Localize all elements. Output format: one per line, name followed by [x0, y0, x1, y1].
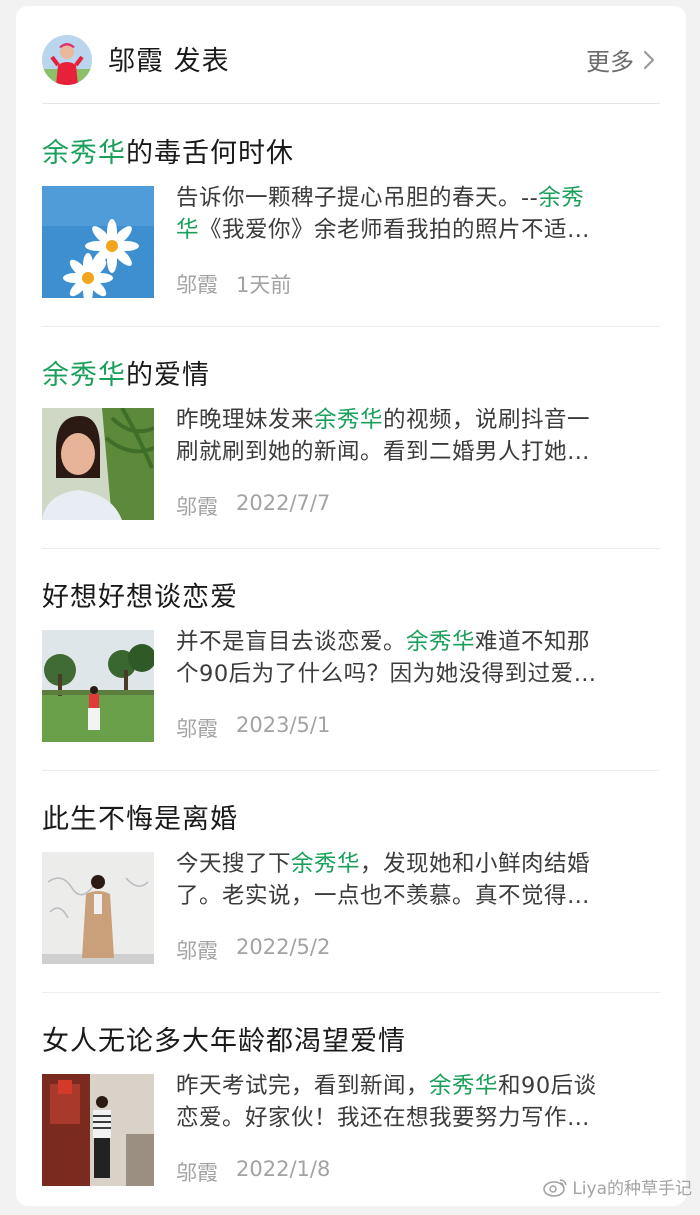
meta-author: 邬霞 [176, 1157, 218, 1187]
article-title[interactable]: 女人无论多大年龄都渴望爱情 [42, 1019, 406, 1058]
article-thumbnail[interactable] [42, 408, 154, 520]
article-excerpt: 今天搜了下余秀华，发现她和小鲜肉结婚 了。老实说，一点也不羡慕。真不觉得… [176, 848, 654, 912]
excerpt-text: 和90后谈 [498, 1073, 597, 1099]
excerpt-highlight: 余秀华 [291, 851, 360, 877]
article-item-3[interactable]: 好想好想谈恋爱 并不是盲目去谈恋爱。余秀华难道不知那 个90后为了什么吗？因为她… [42, 549, 660, 771]
article-item-4[interactable]: 此生不悔是离婚 今天搜了下余秀华，发现她和小鲜肉结婚 了。老实说，一点也不羡慕。… [42, 771, 660, 993]
article-thumbnail[interactable] [42, 1074, 154, 1186]
more-button[interactable]: 更多 [586, 42, 656, 77]
header-divider [42, 103, 660, 104]
article-item-2[interactable]: 余秀华的爱情 昨晚理妹发来余秀华的视频，说刷抖音一 刷就刷到她的新闻。看到二婚男… [42, 327, 660, 549]
article-thumbnail[interactable] [42, 630, 154, 742]
excerpt-text: 昨晚理妹发来 [176, 407, 314, 433]
meta-author: 邬霞 [176, 491, 218, 521]
meta-author: 邬霞 [176, 935, 218, 965]
watermark-text: Liya的种草手记 [572, 1174, 692, 1199]
meta-author: 邬霞 [176, 269, 218, 299]
title-text: 的爱情 [126, 360, 210, 391]
excerpt-text: 告诉你一颗稗子提心吊胆的春天。-- [176, 185, 538, 211]
article-meta: 邬霞 2022/5/2 [176, 935, 330, 965]
weibo-icon [542, 1177, 568, 1197]
post-action-label: 发表 [174, 46, 230, 77]
excerpt-highlight: 余秀 [538, 185, 584, 211]
meta-time: 1天前 [236, 269, 291, 299]
article-meta: 邬霞 2023/5/1 [176, 713, 330, 743]
article-title[interactable]: 好想好想谈恋爱 [42, 575, 238, 614]
article-title[interactable]: 余秀华的爱情 [42, 353, 210, 392]
article-title[interactable]: 此生不悔是离婚 [42, 797, 238, 836]
article-thumbnail[interactable] [42, 852, 154, 964]
article-title[interactable]: 余秀华的毒舌何时休 [42, 131, 294, 170]
article-thumbnail[interactable] [42, 186, 154, 298]
meta-author: 邬霞 [176, 713, 218, 743]
more-label: 更多 [586, 42, 634, 77]
excerpt-text: 昨天考试完，看到新闻， [176, 1073, 429, 1099]
excerpt-highlight: 余秀华 [314, 407, 383, 433]
article-meta: 邬霞 2022/7/7 [176, 491, 330, 521]
title-text: 的毒舌何时休 [126, 138, 294, 169]
article-meta: 邬霞 1天前 [176, 269, 291, 299]
meta-time: 2022/5/2 [236, 935, 330, 965]
title-highlight: 余秀华 [42, 138, 126, 169]
author-avatar[interactable] [42, 35, 92, 85]
meta-time: 2022/7/7 [236, 491, 330, 521]
article-excerpt: 昨天考试完，看到新闻，余秀华和90后谈 恋爱。好家伙！我还在想我要努力写作… [176, 1070, 654, 1134]
watermark: Liya的种草手记 [542, 1174, 692, 1199]
chevron-right-icon [642, 49, 656, 71]
meta-time: 2023/5/1 [236, 713, 330, 743]
author-name[interactable]: 邬霞 发表 [108, 39, 230, 78]
excerpt-text: 个90后为了什么吗？因为她没得到过爱… [176, 658, 654, 690]
article-excerpt: 并不是盲目去谈恋爱。余秀华难道不知那 个90后为了什么吗？因为她没得到过爱… [176, 626, 654, 690]
excerpt-text: ，发现她和小鲜肉结婚 [360, 851, 590, 877]
excerpt-text: 今天搜了下 [176, 851, 291, 877]
author-name-text: 邬霞 [108, 46, 164, 77]
excerpt-text: 了。老实说，一点也不羡慕。真不觉得… [176, 880, 654, 912]
excerpt-highlight: 余秀华 [429, 1073, 498, 1099]
article-meta: 邬霞 2022/1/8 [176, 1157, 330, 1187]
excerpt-text: 难道不知那 [475, 629, 590, 655]
excerpt-text: 刷就刷到她的新闻。看到二婚男人打她… [176, 436, 654, 468]
excerpt-text: 《我爱你》余老师看我拍的照片不适… [199, 217, 590, 243]
excerpt-highlight: 华 [176, 217, 199, 243]
article-excerpt: 昨晚理妹发来余秀华的视频，说刷抖音一 刷就刷到她的新闻。看到二婚男人打她… [176, 404, 654, 468]
excerpt-text: 并不是盲目去谈恋爱。 [176, 629, 406, 655]
author-articles-card: 邬霞 发表 更多 余秀华的毒舌何时休 [16, 6, 686, 1206]
article-item-1[interactable]: 余秀华的毒舌何时休 [42, 105, 660, 327]
title-highlight: 余秀华 [42, 360, 126, 391]
article-excerpt: 告诉你一颗稗子提心吊胆的春天。--余秀 华《我爱你》余老师看我拍的照片不适… [176, 182, 654, 246]
meta-time: 2022/1/8 [236, 1157, 330, 1187]
author-header: 邬霞 发表 更多 [16, 6, 686, 104]
excerpt-text: 恋爱。好家伙！我还在想我要努力写作… [176, 1102, 654, 1134]
excerpt-highlight: 余秀华 [406, 629, 475, 655]
excerpt-text: 的视频，说刷抖音一 [383, 407, 590, 433]
